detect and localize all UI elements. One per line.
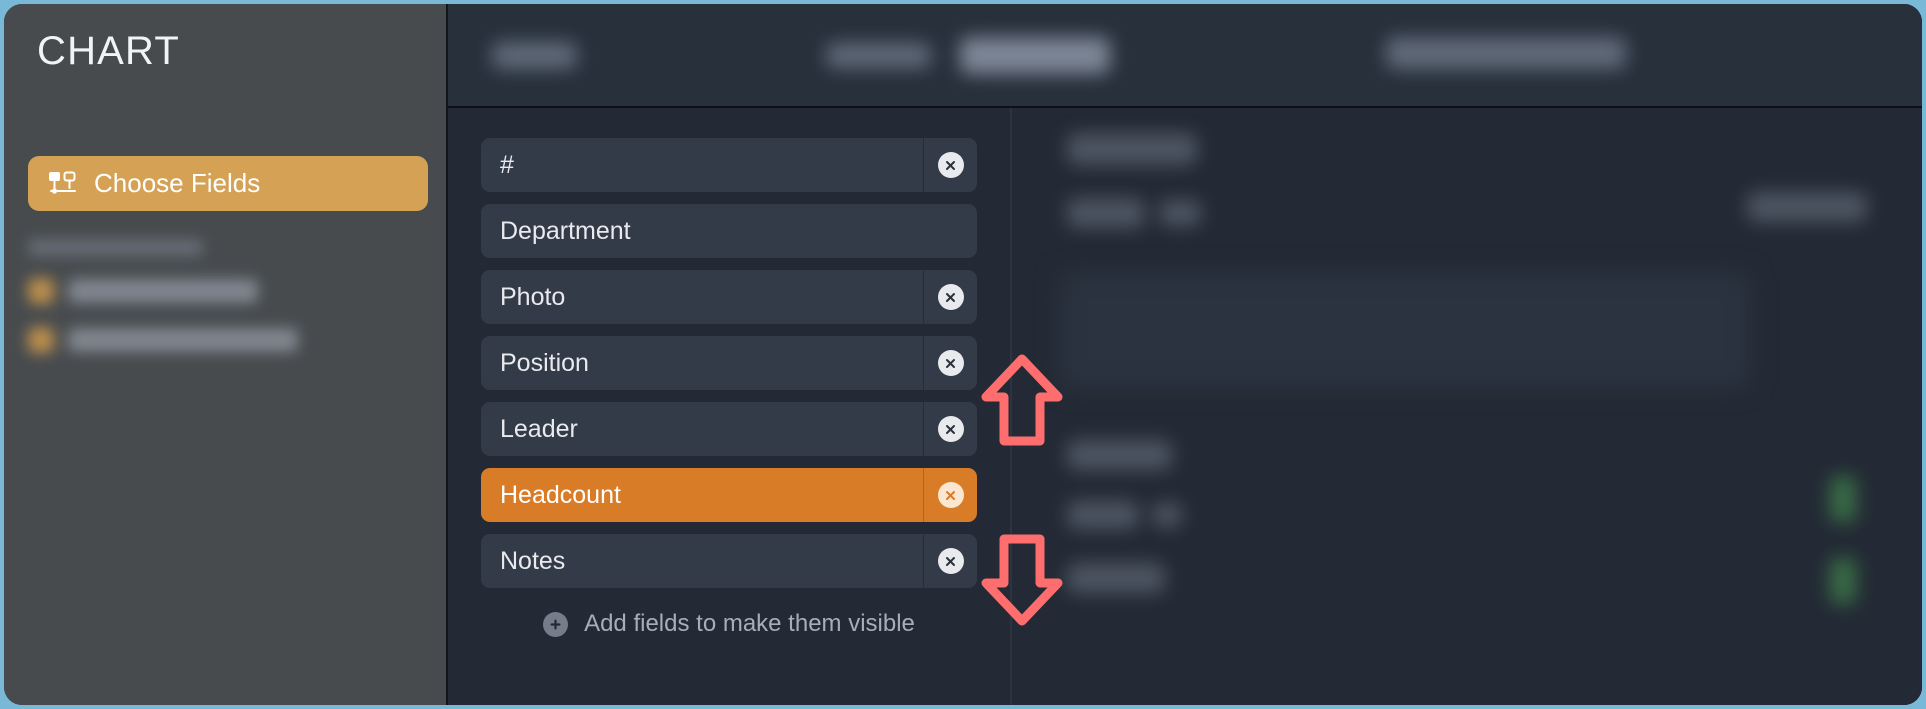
obscured-content — [1060, 273, 1750, 388]
field-row[interactable]: Department — [481, 204, 977, 258]
remove-field-button[interactable] — [923, 336, 977, 390]
page-title: CHART — [37, 29, 181, 73]
toolbar-obscured-item — [826, 43, 931, 68]
chosen-fields-panel: # Department Photo Position Leader Headc… — [448, 108, 1012, 705]
obscured-content — [1067, 440, 1172, 470]
panels: # Department Photo Position Leader Headc… — [448, 108, 1922, 705]
toolbar-obscured-item — [492, 42, 577, 69]
add-fields-label: Add fields to make them visible — [584, 610, 915, 637]
obscured-status-indicator — [1830, 476, 1856, 522]
obscured-status-indicator — [1830, 558, 1856, 604]
close-icon — [937, 482, 964, 508]
app-window: CHART Choose Fields # Department Photo P… — [4, 4, 1922, 705]
choose-fields-label: Choose Fields — [94, 168, 261, 198]
add-fields-button[interactable]: Add fields to make them visible — [481, 610, 977, 638]
remove-field-button[interactable] — [923, 468, 977, 522]
field-row[interactable]: Position — [481, 336, 977, 390]
toolbar-obscured-item — [960, 37, 1110, 74]
close-icon — [937, 152, 964, 178]
field-label: Photo — [500, 282, 566, 311]
field-label: Leader — [500, 414, 578, 443]
field-label: # — [500, 150, 514, 179]
field-label: Headcount — [500, 480, 621, 509]
remove-field-button[interactable] — [923, 270, 977, 324]
obscured-content — [1152, 503, 1182, 527]
field-row-selected[interactable]: Headcount — [481, 468, 977, 522]
field-row[interactable]: # — [481, 138, 977, 192]
close-icon — [937, 416, 964, 442]
obscured-content — [1159, 200, 1201, 226]
field-label: Position — [500, 348, 589, 377]
fields-chart-icon — [48, 171, 78, 197]
field-label: Department — [500, 216, 631, 245]
sidebar: CHART Choose Fields — [4, 4, 448, 705]
field-label: Notes — [500, 546, 566, 575]
field-row[interactable]: Photo — [481, 270, 977, 324]
remove-field-button[interactable] — [923, 138, 977, 192]
close-icon — [937, 548, 964, 574]
sidebar-obscured-content — [28, 239, 408, 376]
field-row[interactable]: Leader — [481, 402, 977, 456]
obscured-content — [1067, 501, 1139, 529]
choose-fields-button[interactable]: Choose Fields — [28, 156, 428, 211]
obscured-content — [1747, 192, 1867, 222]
chart-preview-area — [1012, 108, 1922, 705]
plus-circle-icon — [543, 611, 569, 637]
main-area: # Department Photo Position Leader Headc… — [448, 4, 1922, 705]
close-icon — [937, 284, 964, 310]
toolbar — [448, 4, 1922, 108]
obscured-content — [1067, 563, 1165, 593]
remove-field-placeholder — [923, 204, 977, 258]
obscured-content — [1067, 198, 1145, 228]
remove-field-button[interactable] — [923, 402, 977, 456]
remove-field-button[interactable] — [923, 534, 977, 588]
close-icon — [937, 350, 964, 376]
field-row[interactable]: Notes — [481, 534, 977, 588]
obscured-content — [1067, 133, 1197, 165]
toolbar-obscured-item — [1386, 37, 1626, 69]
